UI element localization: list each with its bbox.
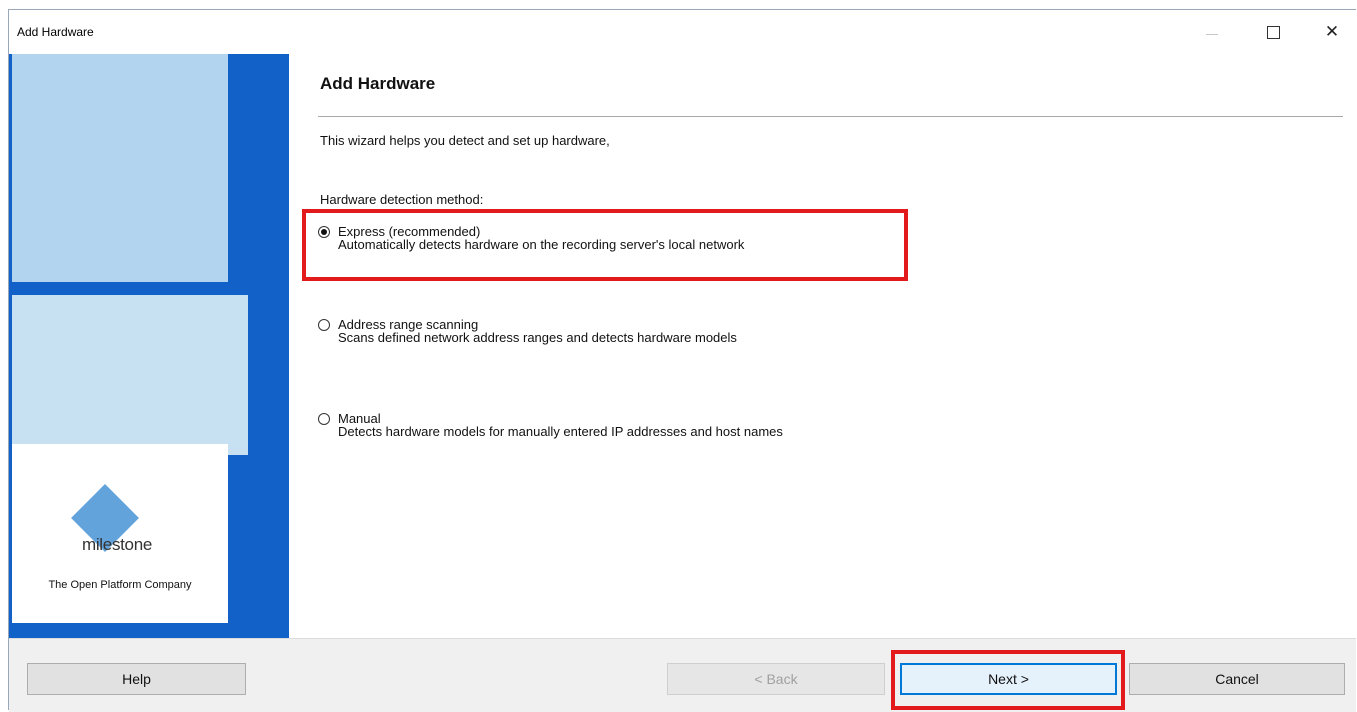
radio-manual[interactable] [318,413,330,425]
banner-panel-top [12,54,228,282]
wizard-banner: milestone The Open Platform Company [9,54,289,638]
minimize-icon [1206,33,1218,35]
page-title: Add Hardware [320,74,436,93]
logo-tagline: The Open Platform Company [48,579,192,591]
back-button[interactable]: < Back [667,663,885,695]
option-manual-description: Detects hardware models for manually ent… [338,424,783,439]
minimize-button[interactable] [1190,14,1234,50]
next-highlight-box [891,650,1125,710]
cancel-button[interactable]: Cancel [1129,663,1345,695]
heading-divider [318,116,1343,117]
maximize-icon [1266,25,1280,39]
banner-panel-middle [12,295,248,455]
help-button[interactable]: Help [27,663,246,695]
express-highlight-box [302,209,908,281]
intro-text: This wizard helps you detect and set up … [320,133,610,148]
close-icon: ✕ [1324,22,1340,41]
maximize-button[interactable] [1251,14,1295,50]
logo-wordmark: milestone [81,535,153,554]
detection-method-label: Hardware detection method: [320,192,484,207]
close-button[interactable]: ✕ [1310,14,1354,50]
add-hardware-window: Add Hardware ✕ milestone The Open Platfo… [8,9,1356,712]
window-title: Add Hardware [17,25,94,39]
title-bar: Add Hardware ✕ [9,10,1356,55]
radio-address-range[interactable] [318,319,330,331]
option-address-range-description: Scans defined network address ranges and… [338,330,737,345]
button-bar: Help < Back Next > Cancel [9,638,1356,712]
